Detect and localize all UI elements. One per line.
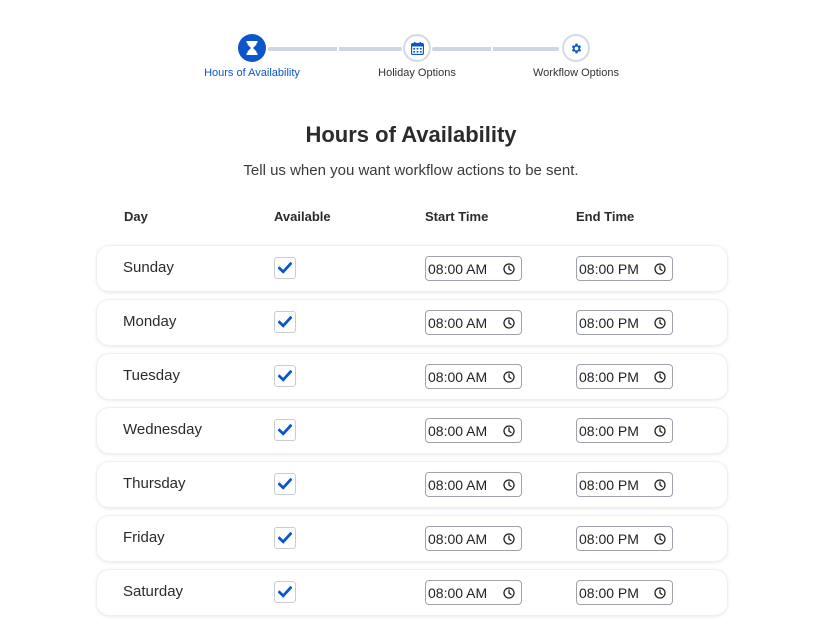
column-header-end-time: End Time — [576, 209, 635, 224]
day-name: Thursday — [123, 475, 186, 492]
table-row-friday: Friday 08:00 AM 08:00 PM — [97, 516, 727, 561]
table-row-sunday: Sunday 08:00 AM 08:00 PM — [97, 246, 727, 291]
step-label: Hours of Availability — [204, 67, 300, 79]
start-time-value: 08:00 AM — [428, 584, 488, 601]
clock-icon[interactable] — [653, 262, 667, 276]
end-time-value: 08:00 PM — [579, 368, 639, 385]
end-time-input[interactable]: 08:00 PM — [576, 580, 673, 605]
clock-icon[interactable] — [653, 586, 667, 600]
end-time-input[interactable]: 08:00 PM — [576, 364, 673, 389]
clock-icon[interactable] — [502, 586, 516, 600]
available-checkbox[interactable] — [274, 473, 296, 495]
start-time-input[interactable]: 08:00 AM — [425, 364, 522, 389]
available-checkbox[interactable] — [274, 527, 296, 549]
available-checkbox[interactable] — [274, 365, 296, 387]
checkmark-icon — [278, 262, 292, 274]
clock-icon[interactable] — [502, 532, 516, 546]
start-time-input[interactable]: 08:00 AM — [425, 472, 522, 497]
start-time-value: 08:00 AM — [428, 476, 488, 493]
checkmark-icon — [278, 586, 292, 598]
end-time-input[interactable]: 08:00 PM — [576, 310, 673, 335]
column-header-available: Available — [274, 209, 331, 224]
end-time-value: 08:00 PM — [579, 584, 639, 601]
day-name: Friday — [123, 529, 165, 546]
checkmark-icon — [278, 532, 292, 544]
start-time-input[interactable]: 08:00 AM — [425, 310, 522, 335]
hourglass-icon — [238, 34, 266, 62]
start-time-value: 08:00 AM — [428, 368, 488, 385]
available-checkbox[interactable] — [274, 257, 296, 279]
page-title: Hours of Availability — [305, 122, 517, 147]
table-row-thursday: Thursday 08:00 AM 08:00 PM — [97, 462, 727, 507]
step-label: Holiday Options — [378, 67, 456, 79]
clock-icon[interactable] — [502, 478, 516, 492]
start-time-value: 08:00 AM — [428, 422, 488, 439]
start-time-value: 08:00 AM — [428, 314, 488, 331]
available-checkbox[interactable] — [274, 419, 296, 441]
end-time-input[interactable]: 08:00 PM — [576, 256, 673, 281]
column-header-start-time: Start Time — [425, 209, 489, 224]
start-time-input[interactable]: 08:00 AM — [425, 526, 522, 551]
start-time-input[interactable]: 08:00 AM — [425, 580, 522, 605]
gear-icon — [562, 34, 590, 62]
step-label: Workflow Options — [533, 67, 619, 79]
checkmark-icon — [278, 478, 292, 490]
day-name: Saturday — [123, 583, 184, 600]
checkmark-icon — [278, 370, 292, 382]
step-holiday-options[interactable]: Holiday Options — [347, 34, 487, 79]
end-time-value: 08:00 PM — [579, 260, 639, 277]
clock-icon[interactable] — [653, 478, 667, 492]
progress-stepper: Hours of Availability Holiday Options Wo… — [0, 34, 835, 94]
step-hours-of-availability[interactable]: Hours of Availability — [182, 34, 322, 79]
checkmark-icon — [278, 424, 292, 436]
clock-icon[interactable] — [502, 370, 516, 384]
end-time-input[interactable]: 08:00 PM — [576, 526, 673, 551]
step-workflow-options[interactable]: Workflow Options — [506, 34, 646, 79]
page-subtitle: Tell us when you want workflow actions t… — [243, 162, 579, 179]
column-header-day: Day — [124, 209, 148, 224]
clock-icon[interactable] — [653, 424, 667, 438]
clock-icon[interactable] — [502, 424, 516, 438]
day-name: Tuesday — [123, 367, 180, 384]
day-name: Monday — [123, 313, 177, 330]
clock-icon[interactable] — [653, 370, 667, 384]
end-time-value: 08:00 PM — [579, 530, 639, 547]
table-row-saturday: Saturday 08:00 AM 08:00 PM — [97, 570, 727, 615]
available-checkbox[interactable] — [274, 311, 296, 333]
calendar-icon — [403, 34, 431, 62]
clock-icon[interactable] — [502, 316, 516, 330]
clock-icon[interactable] — [653, 316, 667, 330]
day-name: Sunday — [123, 259, 174, 276]
start-time-input[interactable]: 08:00 AM — [425, 256, 522, 281]
end-time-value: 08:00 PM — [579, 314, 639, 331]
start-time-input[interactable]: 08:00 AM — [425, 418, 522, 443]
end-time-value: 08:00 PM — [579, 476, 639, 493]
clock-icon[interactable] — [653, 532, 667, 546]
end-time-input[interactable]: 08:00 PM — [576, 472, 673, 497]
start-time-value: 08:00 AM — [428, 530, 488, 547]
start-time-value: 08:00 AM — [428, 260, 488, 277]
end-time-input[interactable]: 08:00 PM — [576, 418, 673, 443]
availability-table: Sunday 08:00 AM 08:00 PM Monday 08:00 AM… — [97, 246, 727, 624]
table-row-wednesday: Wednesday 08:00 AM 08:00 PM — [97, 408, 727, 453]
end-time-value: 08:00 PM — [579, 422, 639, 439]
table-row-monday: Monday 08:00 AM 08:00 PM — [97, 300, 727, 345]
table-row-tuesday: Tuesday 08:00 AM 08:00 PM — [97, 354, 727, 399]
available-checkbox[interactable] — [274, 581, 296, 603]
clock-icon[interactable] — [502, 262, 516, 276]
table-header: Day Available Start Time End Time — [0, 209, 835, 229]
day-name: Wednesday — [123, 421, 202, 438]
checkmark-icon — [278, 316, 292, 328]
